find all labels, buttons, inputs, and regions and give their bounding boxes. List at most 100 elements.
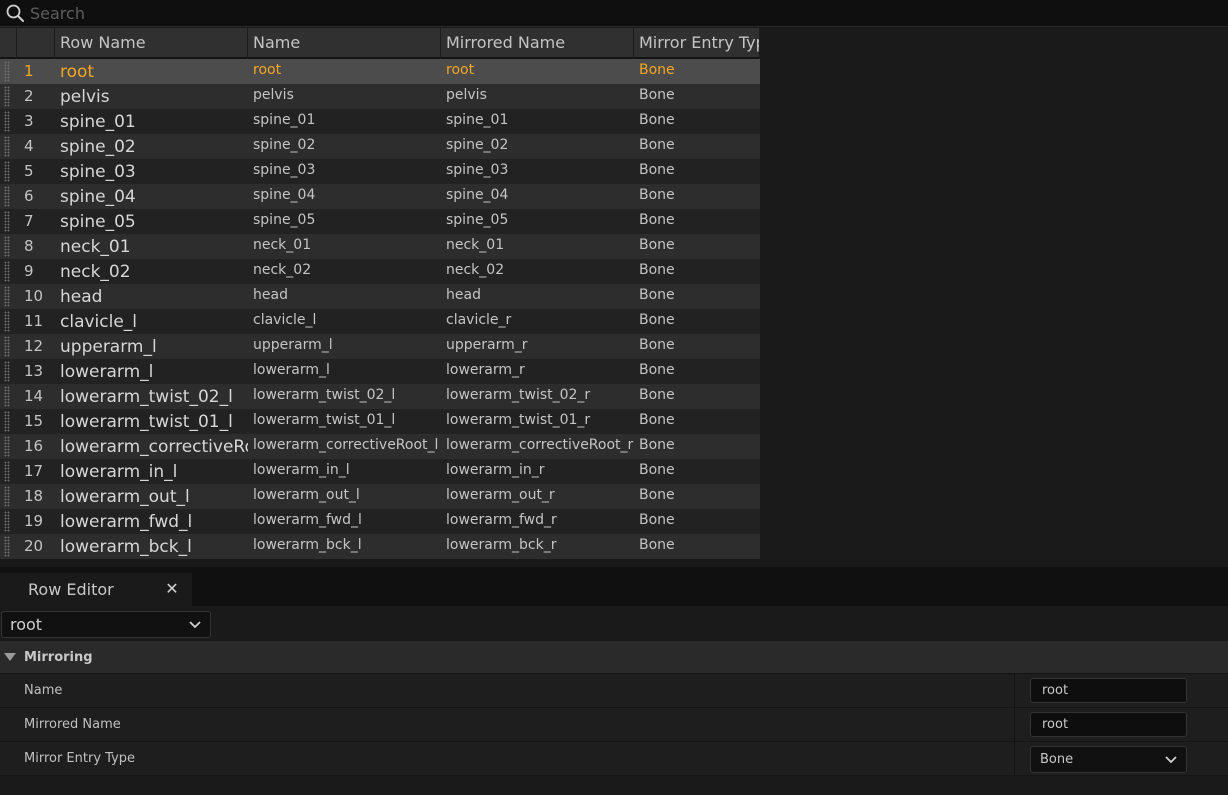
name-cell: lowerarm_l — [253, 362, 330, 378]
row-index: 18 — [24, 487, 44, 505]
property-row-mirror-entry-type: Mirror Entry Type Bone — [0, 742, 1228, 776]
row-name-cell: upperarm_l — [60, 337, 157, 357]
header-mirrored-name[interactable]: Mirrored Name — [441, 28, 634, 59]
mirrored-name-cell: spine_04 — [446, 187, 509, 203]
table-row[interactable]: 18 lowerarm_out_l lowerarm_out_l lowerarm_o… — [0, 484, 760, 509]
tab-row-editor[interactable]: Row Editor ✕ — [0, 573, 192, 606]
row-drag-handle[interactable] — [0, 384, 17, 409]
mirrored-name-cell: neck_01 — [446, 237, 505, 253]
table-row[interactable]: 7 spine_05 spine_05 spine_05 Bone — [0, 209, 760, 234]
drag-handle-icon — [4, 136, 10, 157]
header-mirror-entry-type[interactable]: Mirror Entry Type — [634, 28, 760, 59]
row-name-cell: spine_03 — [60, 162, 136, 182]
property-label-mirrored-name: Mirrored Name — [24, 717, 121, 732]
row-drag-handle[interactable] — [0, 459, 17, 484]
row-index: 17 — [24, 462, 44, 480]
row-drag-handle[interactable] — [0, 284, 17, 309]
table-row[interactable]: 19 lowerarm_fwd_l lowerarm_fwd_l lowerarm_f… — [0, 509, 760, 534]
table-row[interactable]: 14 lowerarm_twist_02_l lowerarm_twist_02_l… — [0, 384, 760, 409]
header-index-column[interactable] — [17, 28, 55, 59]
table-row[interactable]: 10 head head head Bone — [0, 284, 760, 309]
row-index: 15 — [24, 412, 44, 430]
row-selector-bar: root — [0, 606, 1228, 641]
table-row[interactable]: 16 lowerarm_correctiveRoot_l lowerarm_corr… — [0, 434, 760, 459]
table-row[interactable]: 12 upperarm_l upperarm_l upperarm_r Bone — [0, 334, 760, 359]
table-row[interactable]: 15 lowerarm_twist_01_l lowerarm_twist_01_l… — [0, 409, 760, 434]
row-drag-handle[interactable] — [0, 534, 17, 559]
row-drag-handle[interactable] — [0, 134, 17, 159]
row-drag-handle[interactable] — [0, 359, 17, 384]
row-drag-handle[interactable] — [0, 509, 17, 534]
name-cell: upperarm_l — [253, 337, 333, 353]
drag-handle-icon — [4, 436, 10, 457]
collapse-triangle-icon[interactable] — [4, 653, 16, 661]
drag-handle-icon — [4, 486, 10, 507]
row-name-cell: spine_02 — [60, 137, 136, 157]
mirror-entry-type-dropdown[interactable]: Bone — [1030, 746, 1187, 773]
mirroring-section-header[interactable]: Mirroring — [0, 641, 1228, 674]
row-drag-handle[interactable] — [0, 84, 17, 109]
tab-bar: Row Editor ✕ — [0, 567, 1228, 606]
drag-handle-icon — [4, 61, 10, 82]
row-drag-handle[interactable] — [0, 484, 17, 509]
mirrored-name-cell: lowerarm_twist_01_r — [446, 412, 591, 428]
table-body: 1 root root root Bone 2 pelvis pelvis pelvis Bone… — [0, 59, 760, 559]
row-name-cell: lowerarm_l — [60, 362, 154, 382]
row-drag-handle[interactable] — [0, 184, 17, 209]
row-drag-handle[interactable] — [0, 334, 17, 359]
row-drag-handle[interactable] — [0, 59, 17, 84]
table-row[interactable]: 5 spine_03 spine_03 spine_03 Bone — [0, 159, 760, 184]
mirrored-name-cell: spine_03 — [446, 162, 509, 178]
mirror-entry-type-cell: Bone — [639, 512, 675, 528]
row-index: 6 — [24, 187, 34, 205]
property-divider[interactable] — [1014, 742, 1015, 775]
mirror-entry-type-cell: Bone — [639, 62, 675, 78]
header-row-name[interactable]: Row Name — [55, 28, 248, 59]
mirror-entry-type-cell: Bone — [639, 212, 675, 228]
mirror-entry-type-cell: Bone — [639, 187, 675, 203]
header-name[interactable]: Name — [248, 28, 441, 59]
row-index: 9 — [24, 262, 34, 280]
mirror-entry-type-value: Bone — [1040, 752, 1074, 767]
table-row[interactable]: 9 neck_02 neck_02 neck_02 Bone — [0, 259, 760, 284]
row-index: 20 — [24, 537, 44, 555]
table-row[interactable]: 17 lowerarm_in_l lowerarm_in_l lowerarm_in_… — [0, 459, 760, 484]
mirror-entry-type-cell: Bone — [639, 412, 675, 428]
row-drag-handle[interactable] — [0, 209, 17, 234]
row-drag-handle[interactable] — [0, 159, 17, 184]
row-index: 10 — [24, 287, 44, 305]
mirrored-name-cell: clavicle_r — [446, 312, 512, 328]
mirrored-name-field[interactable]: root — [1030, 712, 1187, 737]
name-field[interactable]: root — [1030, 678, 1187, 703]
row-index: 2 — [24, 87, 34, 105]
table-row[interactable]: 4 spine_02 spine_02 spine_02 Bone — [0, 134, 760, 159]
name-cell: lowerarm_twist_02_l — [253, 387, 396, 403]
table-row[interactable]: 6 spine_04 spine_04 spine_04 Bone — [0, 184, 760, 209]
row-drag-handle[interactable] — [0, 234, 17, 259]
property-divider[interactable] — [1014, 674, 1015, 707]
mirrored-name-cell: lowerarm_in_r — [446, 462, 545, 478]
table-row[interactable]: 8 neck_01 neck_01 neck_01 Bone — [0, 234, 760, 259]
table-row[interactable]: 20 lowerarm_bck_l lowerarm_bck_l lowerarm_b… — [0, 534, 760, 559]
mirror-entry-type-cell: Bone — [639, 87, 675, 103]
chevron-down-icon — [1156, 747, 1186, 772]
row-name-cell: spine_05 — [60, 212, 136, 232]
row-drag-handle[interactable] — [0, 434, 17, 459]
row-drag-handle[interactable] — [0, 259, 17, 284]
drag-handle-icon — [4, 311, 10, 332]
drag-handle-icon — [4, 161, 10, 182]
name-cell: clavicle_l — [253, 312, 317, 328]
table-row[interactable]: 3 spine_01 spine_01 spine_01 Bone — [0, 109, 760, 134]
table-row[interactable]: 11 clavicle_l clavicle_l clavicle_r Bone — [0, 309, 760, 334]
table-row[interactable]: 1 root root root Bone — [0, 59, 760, 84]
property-divider[interactable] — [1014, 708, 1015, 741]
row-drag-handle[interactable] — [0, 309, 17, 334]
table-row[interactable]: 2 pelvis pelvis pelvis Bone — [0, 84, 760, 109]
row-drag-handle[interactable] — [0, 109, 17, 134]
table-row[interactable]: 13 lowerarm_l lowerarm_l lowerarm_r Bone — [0, 359, 760, 384]
row-drag-handle[interactable] — [0, 409, 17, 434]
row-index: 4 — [24, 137, 34, 155]
close-icon[interactable]: ✕ — [163, 579, 181, 599]
search-input[interactable] — [30, 0, 1228, 27]
row-selector-dropdown[interactable]: root — [1, 611, 211, 638]
